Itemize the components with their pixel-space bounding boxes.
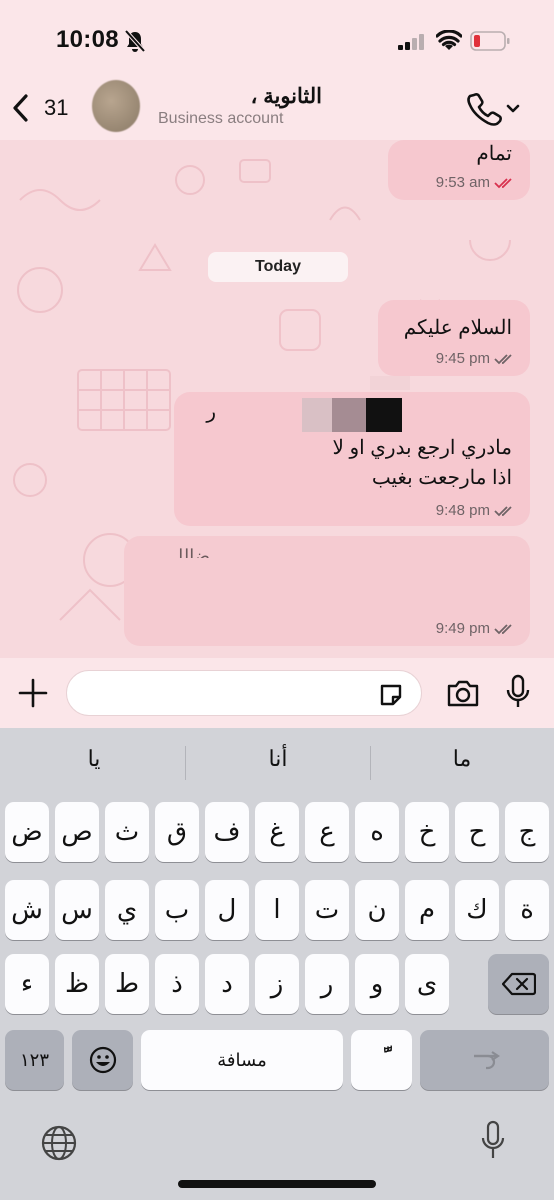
key[interactable]: ي — [105, 880, 149, 940]
message-text: السلام عليكم — [403, 317, 512, 339]
message-time: 9:53 am — [435, 174, 490, 191]
redaction-blur — [366, 398, 402, 432]
key[interactable]: ف — [205, 802, 249, 862]
key[interactable]: د — [205, 954, 249, 1014]
battery-low-icon — [470, 31, 510, 51]
bell-off-icon — [124, 29, 146, 53]
message-text-partial: ر — [206, 401, 216, 423]
chevron-down-icon — [506, 104, 520, 113]
back-button[interactable]: 31 — [10, 88, 90, 128]
numbers-key[interactable]: ١٢٣ — [5, 1030, 64, 1090]
key[interactable]: ج — [505, 802, 549, 862]
suggestion-item[interactable]: ما — [370, 746, 554, 772]
message-meta: 9:48 pm — [436, 502, 516, 519]
backspace-key[interactable] — [488, 954, 549, 1014]
return-key[interactable] — [420, 1030, 549, 1090]
key[interactable]: ة — [505, 880, 549, 940]
tanween-key[interactable]: ًّ — [351, 1030, 412, 1090]
key[interactable]: ص — [55, 802, 99, 862]
wifi-icon — [436, 30, 462, 50]
backspace-icon — [501, 972, 536, 996]
suggestion-bar: ما أنا يا — [0, 728, 554, 798]
key[interactable]: ز — [255, 954, 299, 1014]
key[interactable]: ب — [155, 880, 199, 940]
key[interactable]: ك — [455, 880, 499, 940]
key[interactable]: ا — [255, 880, 299, 940]
unread-count: 31 — [44, 95, 69, 120]
key[interactable]: ض — [5, 802, 49, 862]
divider — [370, 746, 371, 780]
globe-icon[interactable] — [40, 1124, 78, 1162]
message-bubble-outgoing[interactable]: السلام عليكم 9:45 pm — [378, 300, 530, 376]
double-check-icon — [494, 505, 512, 516]
contact-subtitle: Business account — [158, 110, 284, 127]
message-meta: 9:53 am — [436, 174, 516, 191]
microphone-icon[interactable] — [506, 674, 530, 710]
redaction-blur — [302, 398, 332, 432]
space-key[interactable]: مسافة — [141, 1030, 343, 1090]
message-time: 9:48 pm — [435, 502, 490, 519]
key[interactable]: ت — [305, 880, 349, 940]
camera-icon[interactable] — [446, 678, 480, 708]
date-separator: Today — [208, 252, 348, 282]
key[interactable]: غ — [255, 802, 299, 862]
key[interactable]: س — [55, 880, 99, 940]
key[interactable]: ى — [405, 954, 449, 1014]
message-text-blurred: ضالل — [170, 546, 210, 558]
key[interactable]: ط — [105, 954, 149, 1014]
chat-header: 31 الثانوية ، Business account — [0, 78, 554, 140]
message-time: 9:49 pm — [435, 620, 490, 637]
message-meta: 9:45 pm — [436, 350, 516, 367]
message-text: تمام — [476, 143, 512, 165]
double-check-icon — [494, 623, 512, 634]
key[interactable]: م — [405, 880, 449, 940]
redaction-blur — [370, 376, 410, 390]
key[interactable]: ح — [455, 802, 499, 862]
key[interactable]: ش — [5, 880, 49, 940]
key[interactable]: ل — [205, 880, 249, 940]
message-text-line2: اذا مارجعت بغيب — [371, 467, 512, 489]
key[interactable]: ن — [355, 880, 399, 940]
message-text-line1: مادري ارجع بدري او لا — [332, 437, 512, 459]
key[interactable]: ظ — [55, 954, 99, 1014]
key[interactable]: ر — [305, 954, 349, 1014]
message-meta: 9:49 pm — [436, 620, 516, 637]
double-check-icon — [494, 353, 512, 364]
call-button[interactable] — [466, 90, 524, 126]
contact-name[interactable]: الثانوية ، — [230, 84, 322, 109]
status-time: 10:08 — [56, 26, 119, 53]
suggestion-item[interactable]: أنا — [186, 746, 370, 772]
avatar[interactable] — [92, 80, 140, 132]
key[interactable]: ع — [305, 802, 349, 862]
key[interactable]: ء — [5, 954, 49, 1014]
message-bubble-outgoing[interactable]: تمام 9:53 am — [388, 140, 530, 200]
keyboard: ما أنا يا ض ص ث ق ف غ ع ه خ ح ج ش س ي ب … — [0, 728, 554, 1200]
message-time: 9:45 pm — [435, 350, 490, 367]
emoji-key[interactable] — [72, 1030, 133, 1090]
phone-icon — [467, 93, 502, 126]
message-bubble-outgoing[interactable]: ضالل 9:49 pm — [124, 536, 530, 646]
key[interactable]: و — [355, 954, 399, 1014]
plus-icon[interactable] — [18, 678, 48, 708]
key[interactable]: خ — [405, 802, 449, 862]
chevron-left-icon — [13, 94, 28, 122]
redaction-blur — [332, 398, 366, 432]
return-icon — [473, 1051, 500, 1070]
suggestion-item[interactable]: يا — [2, 746, 186, 772]
sticker-icon[interactable] — [378, 682, 404, 708]
key[interactable]: ذ — [155, 954, 199, 1014]
key[interactable]: ه — [355, 802, 399, 862]
key[interactable]: ق — [155, 802, 199, 862]
microphone-icon[interactable] — [480, 1120, 506, 1162]
composer-bar — [0, 658, 554, 728]
home-indicator — [178, 1180, 376, 1188]
double-check-read-icon — [494, 177, 512, 188]
message-bubble-outgoing[interactable]: ر مادري ارجع بدري او لا اذا مارجعت بغيب … — [174, 376, 530, 526]
signal-icon — [398, 34, 424, 50]
key[interactable]: ث — [105, 802, 149, 862]
emoji-icon — [89, 1046, 116, 1074]
chat-area[interactable]: تمام 9:53 am Today السلام عليكم 9:45 pm … — [0, 140, 554, 658]
message-input[interactable] — [66, 670, 422, 716]
status-bar: 10:08 — [0, 0, 554, 78]
